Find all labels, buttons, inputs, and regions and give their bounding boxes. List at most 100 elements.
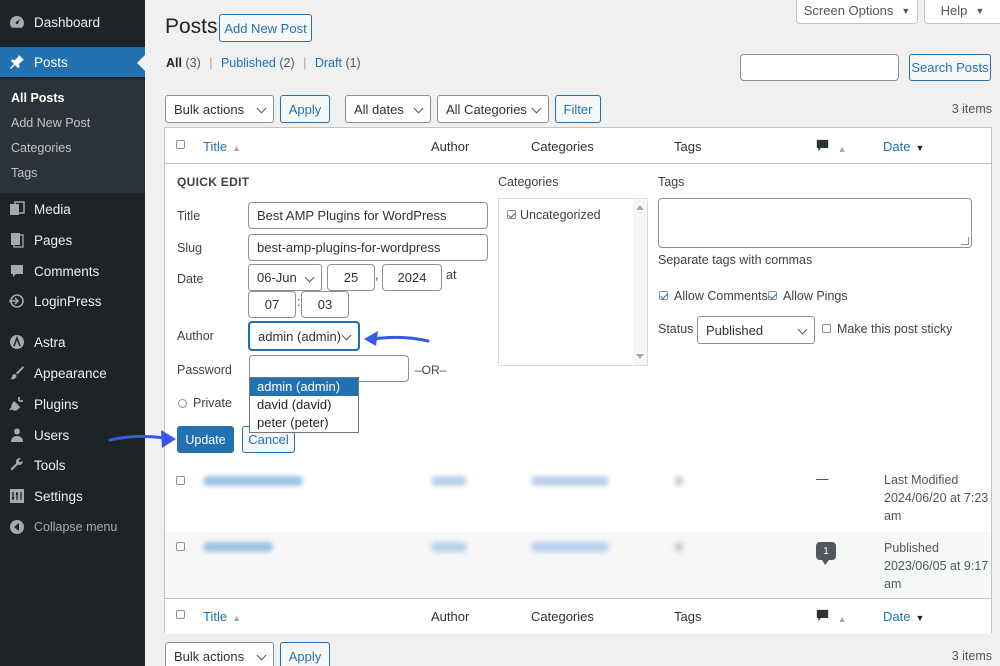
sidebar-item-appearance[interactable]: Appearance [0, 358, 145, 388]
column-comments[interactable]: ▲ [816, 139, 847, 155]
author-option[interactable]: admin (admin) [250, 378, 358, 396]
sticky-checkbox[interactable] [822, 324, 831, 333]
day-input[interactable]: 25 [327, 264, 375, 291]
bulk-actions-select-bottom[interactable]: Bulk actions [165, 642, 274, 666]
row-checkbox[interactable] [176, 476, 185, 485]
column-author: Author [431, 609, 470, 624]
column-date[interactable]: Date ▼ [883, 139, 924, 154]
category-scrollbar[interactable] [633, 199, 647, 365]
dates-filter-select[interactable]: All dates [345, 95, 431, 123]
select-all-checkbox[interactable] [176, 140, 185, 149]
apply-button-bottom[interactable]: Apply [280, 642, 330, 666]
private-checkbox[interactable] [178, 399, 187, 408]
column-title[interactable]: Title ▲ [203, 139, 241, 154]
view-draft[interactable]: Draft [315, 56, 342, 70]
submenu-add-new-post[interactable]: Add New Post [11, 116, 90, 130]
select-all-checkbox[interactable] [176, 610, 185, 619]
submenu-categories[interactable]: Categories [11, 141, 71, 155]
slug-label: Slug [177, 241, 203, 255]
status-label: Status [658, 322, 694, 336]
month-select[interactable]: 06-Jun [248, 264, 322, 291]
password-label: Password [177, 363, 232, 377]
post-category-blurred [531, 542, 609, 552]
apply-button[interactable]: Apply [280, 95, 330, 123]
allow-comments-checkbox[interactable] [659, 291, 668, 300]
tags-textarea[interactable] [658, 198, 972, 248]
sidebar-item-plugins[interactable]: Plugins [0, 389, 145, 419]
sidebar-item-tools[interactable]: Tools [0, 450, 145, 480]
comments-icon [8, 262, 26, 280]
sidebar-item-posts[interactable]: Posts [0, 47, 145, 77]
allow-comments-label: Allow Comments [674, 289, 768, 303]
title-input[interactable]: Best AMP Plugins for WordPress [248, 202, 488, 229]
sidebar-item-loginpress[interactable]: LoginPress [0, 286, 145, 316]
or-label: –OR– [415, 363, 447, 377]
astra-icon [8, 333, 26, 351]
view-published[interactable]: Published [221, 56, 276, 70]
filter-button[interactable]: Filter [555, 95, 601, 123]
view-all[interactable]: All [166, 56, 182, 70]
slug-input[interactable]: best-amp-plugins-for-wordpress [248, 234, 488, 261]
bulk-actions-select[interactable]: Bulk actions [165, 95, 274, 123]
status-select[interactable]: Published [697, 316, 815, 344]
update-button[interactable]: Update [177, 426, 234, 453]
categories-filter-select[interactable]: All Categories [437, 95, 549, 123]
sidebar-item-settings[interactable]: Settings [0, 481, 145, 511]
tags-label: Tags [658, 175, 685, 189]
sort-icon: ▲ [232, 143, 241, 153]
author-option[interactable]: david (david) [250, 396, 358, 414]
caret-down-icon: ▼ [975, 5, 985, 16]
resize-handle-icon[interactable] [961, 237, 969, 245]
post-tags-blurred [674, 542, 684, 552]
column-title[interactable]: Title ▲ [203, 609, 241, 624]
year-input[interactable]: 2024 [382, 264, 442, 291]
column-categories: Categories [531, 139, 594, 154]
table-header: Title ▲ Author Categories Tags ▲ Date ▼ [165, 128, 991, 164]
comment-count-bubble[interactable]: 1 [816, 542, 836, 565]
chevron-down-icon [304, 272, 315, 283]
sticky-label: Make this post sticky [837, 322, 953, 336]
scroll-down-icon[interactable] [636, 354, 644, 359]
chevron-down-icon [341, 330, 352, 341]
post-title-blurred[interactable] [203, 476, 303, 486]
category-checkbox[interactable] [507, 210, 516, 219]
add-new-post-button[interactable]: Add New Post [219, 14, 312, 42]
sidebar-item-pages[interactable]: Pages [0, 225, 145, 255]
column-date[interactable]: Date ▼ [883, 609, 924, 624]
search-posts-button[interactable]: Search Posts [909, 54, 991, 81]
chevron-down-icon [256, 650, 267, 661]
chevron-down-icon [797, 324, 808, 335]
users-icon [8, 426, 26, 444]
private-label: Private [193, 396, 232, 410]
allow-pings-checkbox[interactable] [768, 291, 777, 300]
author-option[interactable]: peter (peter) [250, 414, 358, 432]
post-author-blurred [431, 476, 467, 486]
screen-options-button[interactable]: Screen Options ▼ [796, 0, 918, 24]
category-item: Uncategorized [520, 208, 601, 222]
author-select[interactable]: admin (admin) [249, 322, 359, 350]
help-button[interactable]: Help ▼ [924, 0, 1000, 24]
minute-input[interactable]: 03 [301, 291, 349, 318]
chevron-down-icon [256, 103, 267, 114]
collapse-icon [8, 518, 26, 536]
hour-input[interactable]: 07 [248, 291, 296, 318]
sidebar-item-astra[interactable]: Astra [0, 327, 145, 357]
annotation-arrow-icon [108, 430, 176, 448]
scroll-up-icon[interactable] [636, 205, 644, 210]
collapse-menu-button[interactable]: Collapse menu [0, 512, 145, 542]
search-input[interactable] [740, 54, 899, 81]
table-row: — Last Modified 2024/06/20 at 7:23 am [165, 464, 991, 532]
allow-pings-label: Allow Pings [783, 289, 848, 303]
submenu-tags[interactable]: Tags [11, 166, 37, 180]
sidebar-item-media[interactable]: Media [0, 194, 145, 224]
sort-desc-icon: ▼ [915, 613, 925, 623]
row-checkbox[interactable] [176, 542, 185, 551]
loginpress-icon [8, 292, 26, 310]
sort-icon: ▲ [837, 144, 847, 154]
pages-icon [8, 231, 26, 249]
post-title-blurred[interactable] [203, 542, 273, 552]
column-comments[interactable]: ▲ [816, 609, 847, 625]
sidebar-item-comments[interactable]: Comments [0, 256, 145, 286]
sidebar-item-dashboard[interactable]: Dashboard [0, 7, 145, 37]
submenu-all-posts[interactable]: All Posts [11, 91, 65, 105]
